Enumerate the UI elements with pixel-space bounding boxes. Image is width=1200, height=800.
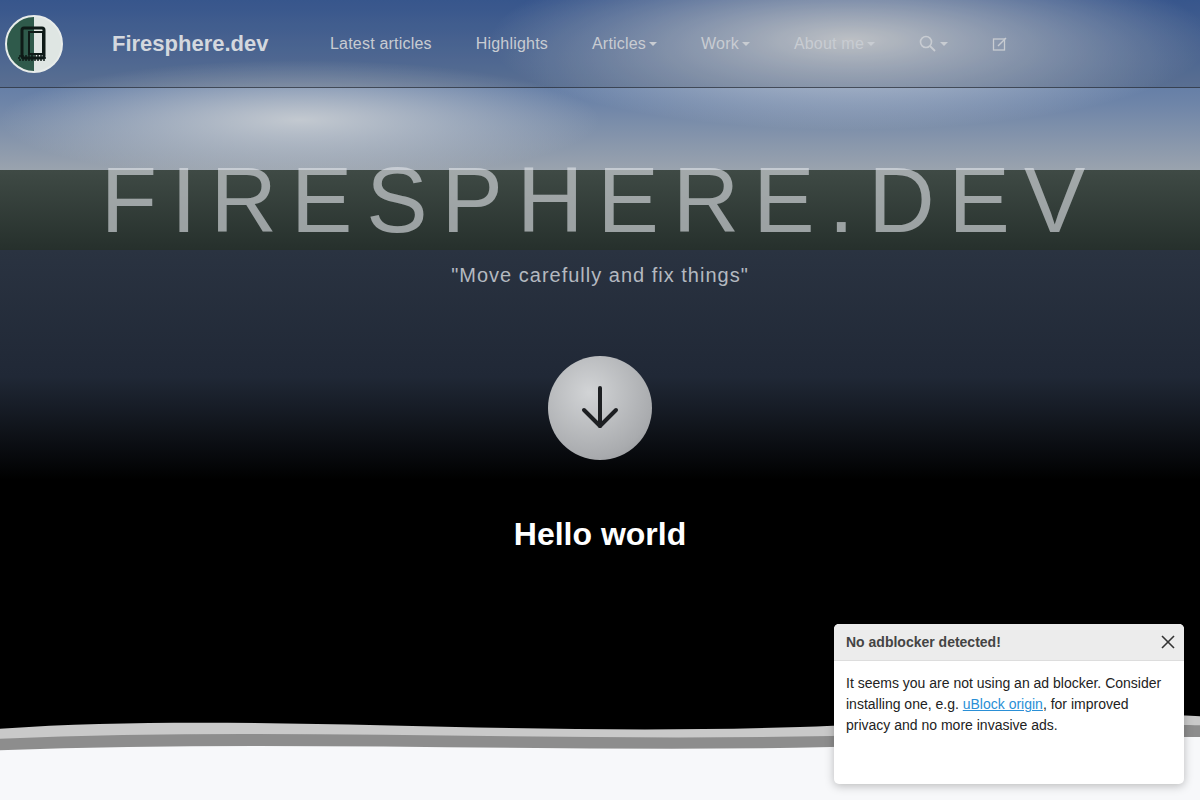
caret-icon (649, 42, 657, 46)
search-icon (919, 35, 937, 53)
hero-title: FIRESPHERE.DEV (101, 152, 1100, 248)
toast-title: No adblocker detected! (846, 634, 1001, 650)
edit-icon (992, 36, 1008, 52)
logo-icon[interactable] (5, 15, 63, 73)
close-button[interactable] (1160, 634, 1176, 650)
adblock-toast: No adblocker detected! It seems you are … (834, 624, 1184, 784)
caret-icon (867, 42, 875, 46)
brand-link[interactable]: Firesphere.dev (63, 31, 330, 57)
caret-icon (940, 42, 948, 46)
nav-item[interactable]: Highlights (476, 35, 548, 53)
toast-body: It seems you are not using an ad blocker… (834, 661, 1184, 750)
toast-header: No adblocker detected! (834, 624, 1184, 661)
nav-item[interactable]: About me (794, 35, 875, 53)
nav-item[interactable]: Latest articles (330, 35, 432, 53)
scroll-down-button[interactable] (548, 356, 652, 460)
caret-icon (742, 42, 750, 46)
header: Firesphere.dev Latest articles Highlight… (0, 0, 1200, 88)
ublock-link[interactable]: uBlock origin (963, 696, 1043, 712)
arrow-down-icon (574, 382, 626, 434)
close-icon (1160, 634, 1176, 650)
main-nav: Latest articles Highlights Articles Work… (330, 35, 1008, 53)
content-heading: Hello world (514, 514, 686, 554)
page: Firesphere.dev Latest articles Highlight… (0, 0, 1200, 800)
search-button[interactable] (919, 35, 948, 53)
nav-item[interactable]: Articles (592, 35, 657, 53)
hero-tagline: "Move carefully and fix things" (451, 263, 749, 287)
nav-item[interactable]: Work (701, 35, 750, 53)
edit-button[interactable] (992, 36, 1008, 52)
